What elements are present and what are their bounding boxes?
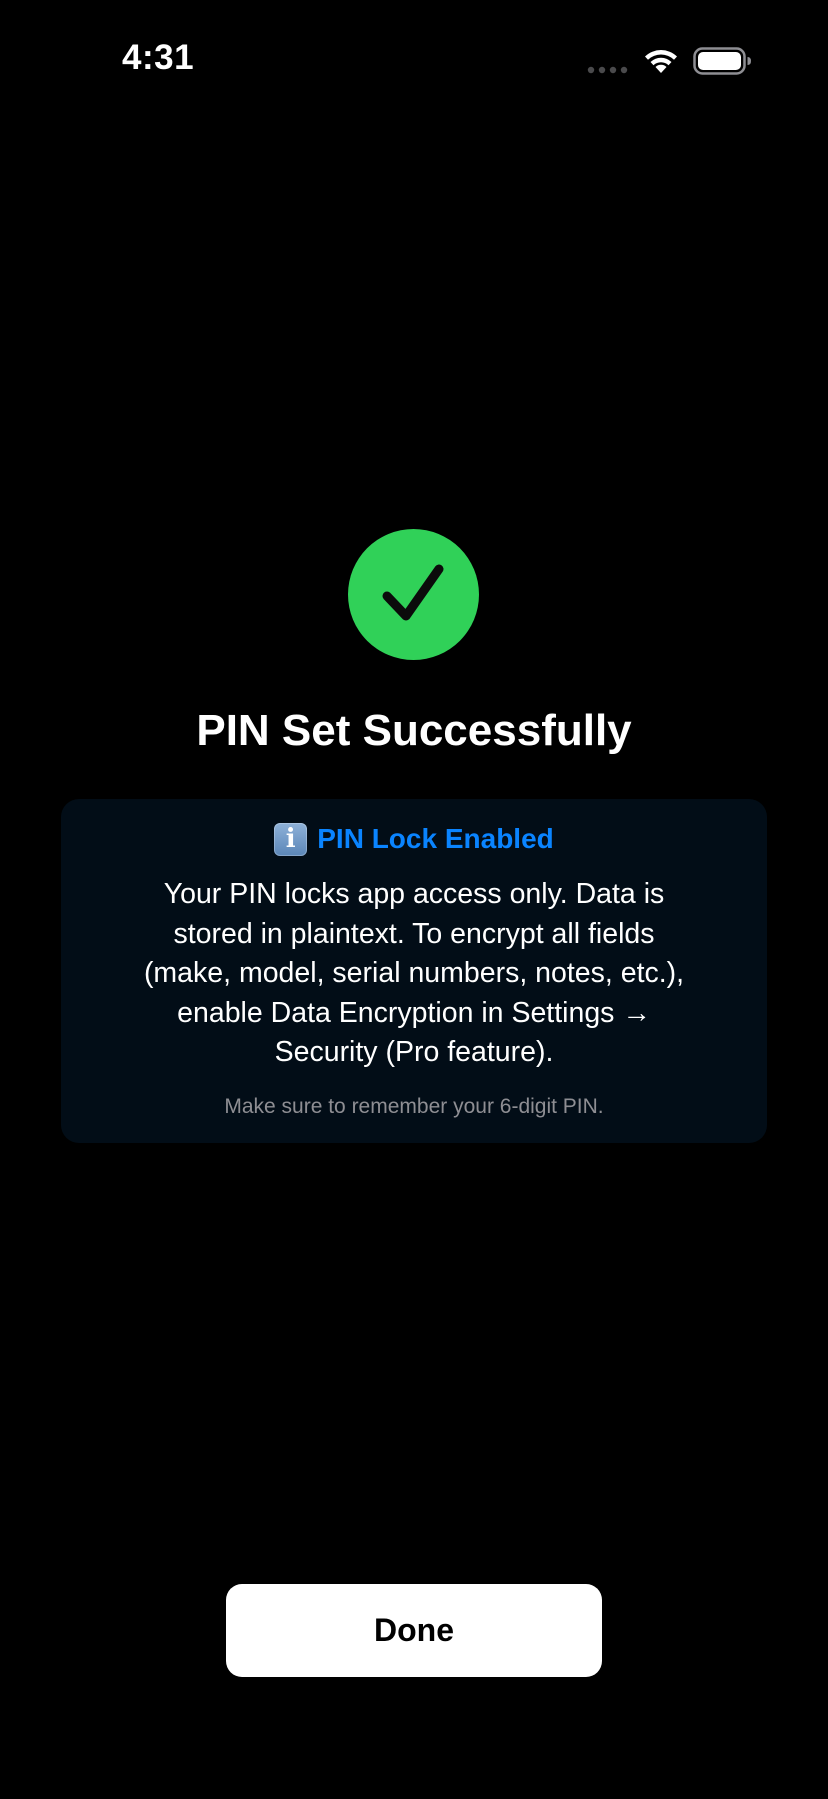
cellular-signal-icon	[587, 66, 628, 74]
status-time: 4:31	[122, 38, 195, 77]
status-bar: 4:31	[0, 0, 828, 120]
checkmark-circle-icon	[348, 529, 479, 660]
info-card: i PIN Lock Enabled Your PIN locks app ac…	[61, 799, 767, 1143]
info-card-title: PIN Lock Enabled	[317, 823, 554, 854]
info-card-note: Make sure to remember your 6-digit PIN.	[224, 1095, 604, 1118]
battery-icon	[693, 47, 751, 75]
info-card-header: i PIN Lock Enabled	[61, 819, 767, 859]
page-title: PIN Set Successfully	[196, 706, 632, 755]
info-icon: i	[274, 822, 308, 856]
info-card-body: Your PIN locks app access only. Data is …	[143, 878, 685, 1068]
done-button[interactable]: Done	[226, 1584, 602, 1677]
wifi-icon	[645, 50, 677, 73]
